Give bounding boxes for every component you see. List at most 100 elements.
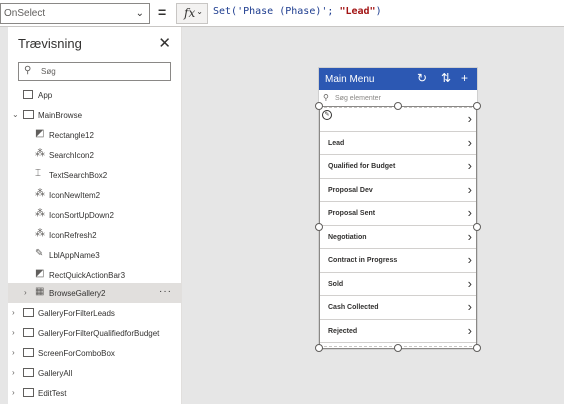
chevron-right-icon[interactable]: › — [468, 299, 472, 314]
formula-bar: OnSelect ⌄ = fx ⌄ Set('Phase (Phase)'; "… — [0, 0, 564, 27]
gallery-item-label: Negotiation — [328, 233, 367, 241]
rectangle-icon: ◩ — [35, 268, 45, 279]
gallery-item-label: Proposal Sent — [328, 210, 376, 217]
tree-item-label: App — [38, 91, 53, 100]
add-icon[interactable]: + — [461, 71, 468, 85]
resize-handle[interactable] — [315, 223, 323, 231]
gallery-item[interactable]: Qualified for Budget › — [320, 155, 476, 179]
tree-search-input[interactable]: ⚲ Søg — [18, 62, 171, 81]
gallery-item[interactable]: Lead › — [320, 132, 476, 155]
tree-item-iconrefresh2[interactable]: ⁂ IconRefresh2 — [8, 225, 182, 245]
tree-item-label: GalleryForFilterQualifiedforBudget — [38, 329, 160, 338]
fx-button[interactable]: fx ⌄ — [176, 3, 208, 24]
resize-handle[interactable] — [473, 102, 481, 110]
tree-item-label: BrowseGallery2 — [49, 289, 106, 298]
chevron-right-icon[interactable]: › — [12, 388, 15, 397]
tree-search-placeholder: Søg — [41, 67, 56, 76]
chevron-right-icon[interactable]: › — [468, 182, 472, 197]
gallery-item[interactable]: Cash Collected › — [320, 296, 476, 320]
label-icon: ✎ — [35, 248, 44, 259]
screen-icon — [23, 368, 34, 377]
chevron-right-icon[interactable]: › — [468, 252, 472, 267]
chevron-right-icon[interactable]: › — [12, 308, 15, 317]
tree-item-galleryforfilterqualifiedforbudget[interactable]: › GalleryForFilterQualifiedforBudget — [8, 323, 182, 343]
tree-item-label: IconNewItem2 — [49, 191, 101, 200]
tree-item-app[interactable]: App — [8, 85, 182, 105]
edit-icon[interactable]: ✎ — [322, 110, 332, 120]
chevron-right-icon[interactable]: › — [12, 328, 15, 337]
sort-icon[interactable]: ⇅ — [441, 71, 451, 85]
icon-control-icon: ⁂ — [35, 188, 45, 199]
chevron-right-icon[interactable]: › — [12, 368, 15, 377]
icon-control-icon: ⁂ — [35, 208, 45, 219]
chevron-right-icon[interactable]: › — [468, 323, 472, 338]
resize-handle[interactable] — [315, 102, 323, 110]
gallery-item[interactable]: Rejected › — [320, 320, 476, 343]
gallery-item-label: Qualified for Budget — [328, 163, 396, 170]
tree-item-rectquickactionbar3[interactable]: ◩ RectQuickActionBar3 — [8, 265, 182, 285]
close-icon[interactable]: ✕ — [158, 34, 171, 52]
tree-item-searchicon2[interactable]: ⁂ SearchIcon2 — [8, 145, 182, 165]
tree-item-rectangle12[interactable]: ◩ Rectangle12 — [8, 125, 182, 145]
tree-item-edittest[interactable]: › EditTest — [8, 383, 182, 403]
tree-item-label: Rectangle12 — [49, 131, 94, 140]
resize-handle[interactable] — [394, 344, 402, 352]
tree-item-galleryall[interactable]: › GalleryAll — [8, 363, 182, 383]
gallery-item-label: Rejected — [328, 327, 358, 335]
tree-item-textsearchbox2[interactable]: ⌶ TextSearchBox2 — [8, 165, 182, 185]
tree-item-iconnewitem2[interactable]: ⁂ IconNewItem2 — [8, 185, 182, 205]
tree-item-iconsortupdown2[interactable]: ⁂ IconSortUpDown2 — [8, 205, 182, 225]
chevron-right-icon[interactable]: › — [468, 205, 472, 220]
screen-header[interactable]: Main Menu ↻ ⇅ + — [319, 68, 477, 90]
tree-view-panel: Trævisning ✕ ⚲ Søg App ⌄ MainBrowse ◩ Re… — [8, 27, 182, 404]
gallery-item[interactable]: Proposal Dev › — [320, 179, 476, 202]
property-dropdown[interactable]: OnSelect ⌄ — [0, 3, 150, 24]
screen-icon — [23, 110, 34, 119]
tree-item-mainbrowse[interactable]: ⌄ MainBrowse — [8, 105, 182, 125]
equals-sign: = — [158, 4, 167, 20]
tree-item-browsegallery2[interactable]: › ▦ BrowseGallery2 ··· — [8, 283, 182, 303]
formula-value: "Lead" — [339, 6, 376, 17]
gallery-item[interactable]: ✎ › — [320, 108, 476, 132]
gallery-item[interactable]: Contract in Progress › — [320, 249, 476, 273]
tree-item-lblappname3[interactable]: ✎ LblAppName3 — [8, 245, 182, 265]
formula-input[interactable]: Set('Phase (Phase)'; "Lead") — [213, 6, 382, 17]
rectangle-icon: ◩ — [35, 128, 45, 139]
chevron-down-icon[interactable]: ⌄ — [12, 110, 19, 119]
tree-item-label: EditTest — [38, 389, 67, 398]
refresh-icon[interactable]: ↻ — [417, 71, 427, 85]
tree-item-label: TextSearchBox2 — [49, 171, 108, 180]
resize-handle[interactable] — [394, 102, 402, 110]
browse-gallery[interactable]: ✎ › Lead › Qualified for Budget › Propos… — [319, 107, 477, 347]
tree-item-label: SearchIcon2 — [49, 151, 94, 160]
chevron-right-icon[interactable]: › — [468, 111, 472, 126]
resize-handle[interactable] — [315, 344, 323, 352]
chevron-down-icon: ⌄ — [196, 7, 203, 16]
chevron-right-icon[interactable]: › — [468, 158, 472, 173]
app-icon — [23, 90, 33, 99]
screen-title[interactable]: Main Menu — [325, 74, 374, 85]
fx-icon: fx — [184, 6, 196, 20]
resize-handle[interactable] — [473, 344, 481, 352]
search-icon: ⚲ — [323, 93, 329, 102]
chevron-right-icon[interactable]: › — [468, 135, 472, 150]
tree-item-galleryforfilterleads[interactable]: › GalleryForFilterLeads — [8, 303, 182, 323]
tree-item-screenforcombobox[interactable]: › ScreenForComboBox — [8, 343, 182, 363]
more-options-icon[interactable]: ··· — [159, 286, 172, 297]
formula-prefix: Set('Phase (Phase)'; — [213, 6, 340, 17]
icon-control-icon: ⁂ — [35, 148, 45, 159]
chevron-right-icon[interactable]: › — [468, 229, 472, 244]
chevron-right-icon[interactable]: › — [468, 276, 472, 291]
property-dropdown-value: OnSelect — [4, 8, 46, 19]
tree-item-label: IconRefresh2 — [49, 231, 97, 240]
screen-icon — [23, 348, 34, 357]
resize-handle[interactable] — [473, 223, 481, 231]
chevron-right-icon[interactable]: › — [24, 288, 27, 297]
tree-item-label: GalleryForFilterLeads — [38, 309, 115, 318]
gallery-item[interactable]: Proposal Sent › — [320, 202, 476, 226]
screen-icon — [23, 308, 34, 317]
textbox-icon: ⌶ — [35, 168, 41, 179]
chevron-right-icon[interactable]: › — [12, 348, 15, 357]
gallery-item[interactable]: Negotiation › — [320, 226, 476, 249]
gallery-item[interactable]: Sold › — [320, 273, 476, 296]
